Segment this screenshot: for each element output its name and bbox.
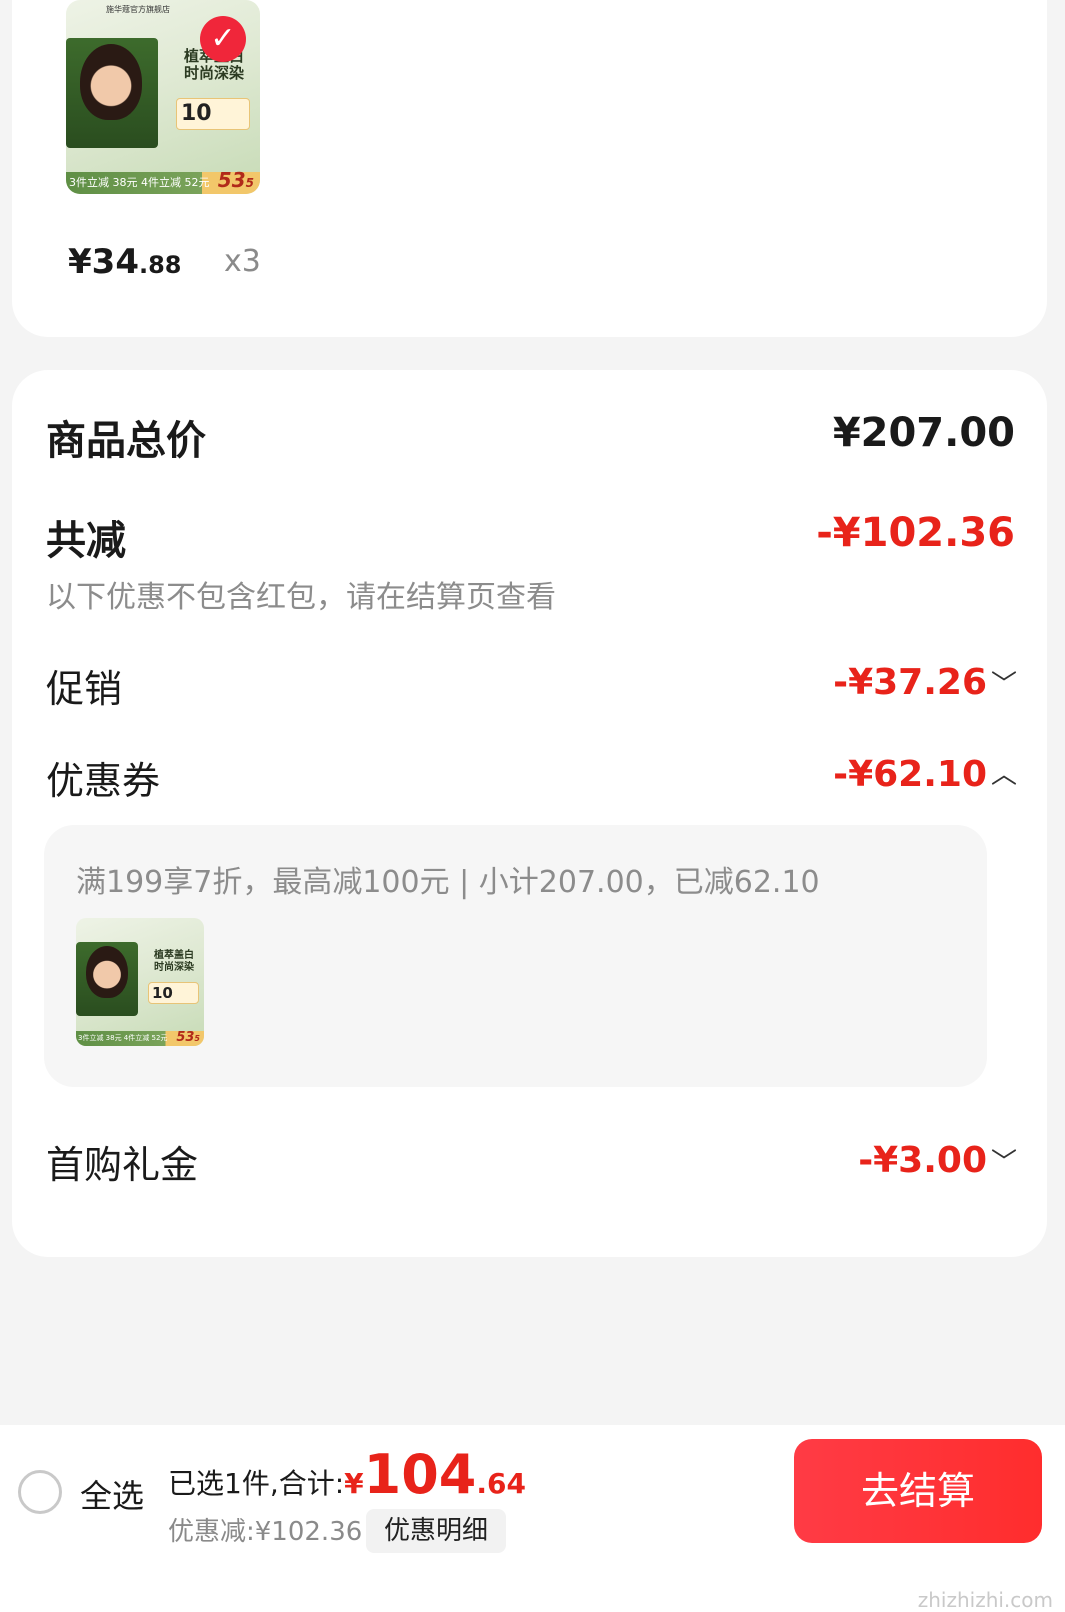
cart-item-card: 施华蔻官方旗舰店 植萃盖白 时尚深染 10 3件立减 38元 4件立减 52元 … <box>12 0 1047 337</box>
thumb-price-big: 53 <box>217 168 246 192</box>
item-quantity: x3 <box>224 244 261 279</box>
store-name-text: 施华蔻官方旗舰店 <box>106 5 170 14</box>
discount-value: -¥102.36 <box>816 510 1015 556</box>
chevron-down-icon[interactable]: ﹀ <box>991 664 1017 701</box>
chevron-down-icon[interactable]: ﹀ <box>991 1142 1017 1179</box>
discount-label: 共减 <box>46 518 126 564</box>
price-summary-card: 商品总价 ¥207.00 共减 -¥102.36 以下优惠不包含红包，请在结算页… <box>12 370 1047 1257</box>
coupon-product-thumbnail[interactable]: 植萃盖白 时尚深染 10 3件立减 38元 4件立减 52元 535 <box>76 918 204 1046</box>
coupon-value: -¥62.10 <box>833 754 987 795</box>
coupon-thumb-title-line2: 时尚深染 <box>154 961 194 973</box>
radio-icon[interactable] <box>18 1470 62 1514</box>
discount-note: 以下优惠不包含红包，请在结算页查看 <box>46 580 556 615</box>
watermark-url: zhizhizhi.com <box>917 1588 1053 1612</box>
coupon-thumb-price-big: 53 <box>176 1030 195 1045</box>
total-dec: .64 <box>476 1467 526 1500</box>
checkout-button[interactable]: 去结算 <box>794 1439 1042 1543</box>
total-line: 已选1件,合计:¥104.64 <box>168 1443 526 1506</box>
saved-amount-text: 优惠减:¥102.36 <box>168 1517 363 1547</box>
item-price: ¥34.88 <box>68 242 182 282</box>
coupon-label: 优惠券 <box>46 759 161 803</box>
total-price-label: 商品总价 <box>46 418 206 464</box>
thumb-title-line2: 时尚深染 <box>184 64 245 83</box>
coupon-detail-box: 满199享7折，最高减100元 | 小计207.00，已减62.10 植萃盖白 … <box>44 825 987 1087</box>
discount-detail-button[interactable]: 优惠明细 <box>366 1509 506 1553</box>
total-int: 104 <box>363 1443 477 1506</box>
promo-label: 促销 <box>46 667 123 711</box>
coupon-thumb-price-small: 5 <box>194 1034 200 1043</box>
coupon-detail-text: 满199享7折，最高减100元 | 小计207.00，已减62.10 <box>76 865 820 900</box>
thumb-promo-text: 3件立减 38元 4件立减 52元 <box>69 176 210 189</box>
chevron-up-icon[interactable]: ︿ <box>991 754 1017 791</box>
item-price-main: ¥34 <box>68 242 139 282</box>
promo-value: -¥37.26 <box>833 662 987 703</box>
total-price-value: ¥207.00 <box>832 410 1015 456</box>
checkout-bar: 全选 已选1件,合计:¥104.64 优惠减:¥102.36 优惠明细 去结算 … <box>0 1425 1065 1612</box>
selected-count-text: 已选1件,合计: <box>168 1467 345 1500</box>
item-price-decimal: .88 <box>138 251 182 279</box>
first-purchase-label: 首购礼金 <box>46 1143 199 1187</box>
thumb-price-small: 5 <box>245 176 254 190</box>
first-purchase-value: -¥3.00 <box>858 1140 987 1181</box>
thumb-coupon-number: 10 <box>181 101 212 126</box>
coupon-thumb-title-line1: 植萃盖白 <box>154 950 194 961</box>
check-icon[interactable]: ✓ <box>200 16 246 62</box>
select-all-label[interactable]: 全选 <box>80 1471 144 1517</box>
coupon-thumb-coupon-number: 10 <box>152 984 173 1002</box>
total-currency: ¥ <box>344 1467 364 1500</box>
coupon-thumb-promo-text: 3件立减 38元 4件立减 52元 <box>78 1034 168 1042</box>
